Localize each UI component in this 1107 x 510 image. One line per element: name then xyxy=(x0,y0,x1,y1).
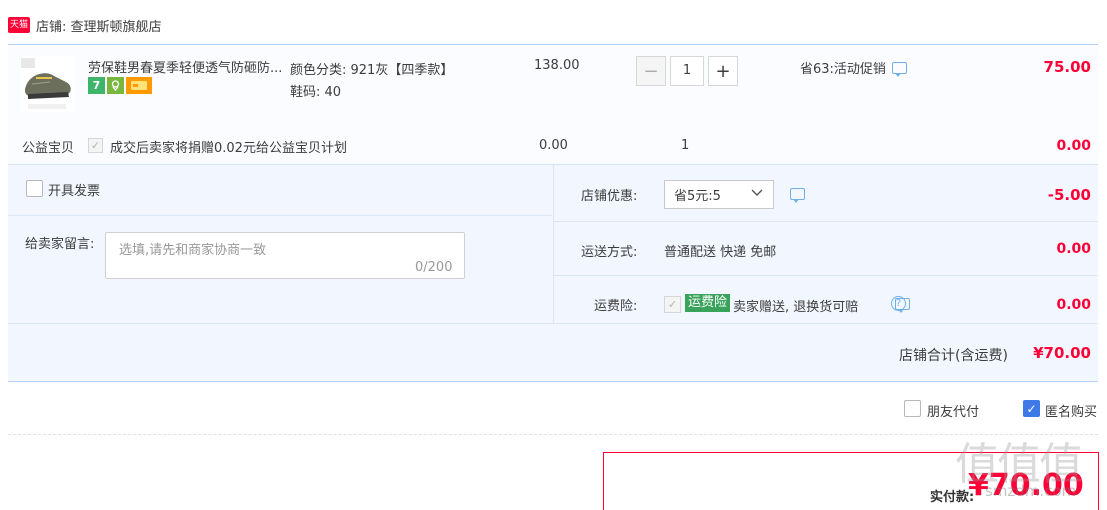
seven-day-return-icon[interactable]: 7 xyxy=(88,77,105,94)
promotion-info: 省63:活动促销 xyxy=(800,58,907,77)
friend-pay-label[interactable]: 朋友代付 xyxy=(927,401,979,420)
divider xyxy=(553,165,554,323)
promotion-text: 省63:活动促销 xyxy=(800,62,886,77)
charity-qty: 1 xyxy=(681,138,690,153)
store-discount-total: -5.00 xyxy=(1047,186,1091,204)
divider xyxy=(8,323,1098,324)
quantity-input[interactable]: 1 xyxy=(670,56,704,86)
guarantee-icon[interactable] xyxy=(107,77,124,94)
quantity-stepper: − 1 + xyxy=(636,56,738,86)
friend-pay-checkbox[interactable] xyxy=(904,400,921,417)
charity-total: 0.00 xyxy=(1056,138,1091,154)
shipping-total: 0.00 xyxy=(1056,241,1091,257)
store-subtotal-value: ¥70.00 xyxy=(1033,344,1091,362)
sku-color: 颜色分类: 921灰【四季款】 xyxy=(290,63,454,78)
message-placeholder: 选填,请先和商家协商一致 xyxy=(119,243,267,258)
invoice-label[interactable]: 开具发票 xyxy=(48,180,100,199)
divider xyxy=(8,434,1098,435)
shipping-method: 普通配送 快递 免邮 xyxy=(664,245,777,260)
service-icons: 7 xyxy=(88,77,152,94)
divider xyxy=(554,221,1098,222)
unit-price: 138.00 xyxy=(534,58,580,73)
sku-size: 鞋码: 40 xyxy=(290,85,342,100)
tmall-badge: 天猫 xyxy=(8,17,31,33)
charity-label: 公益宝贝 xyxy=(22,141,75,156)
shipping-label: 运送方式: xyxy=(581,245,638,260)
insurance-checkbox[interactable]: ✓ xyxy=(664,296,681,313)
store-subtotal-label: 店铺合计(含运费) xyxy=(899,348,1008,364)
insurance-badge: 运费险 xyxy=(685,294,731,312)
anonymous-purchase-checkbox[interactable]: ✓ xyxy=(1023,400,1040,417)
insurance-label: 运费险: xyxy=(594,299,638,314)
chevron-down-icon[interactable] xyxy=(748,184,766,202)
charity-text: 成交后卖家将捐赠0.02元给公益宝贝计划 xyxy=(110,141,347,156)
divider xyxy=(554,275,1098,276)
shop-name-link[interactable]: 店铺: 查理斯顿旗舰店 xyxy=(36,16,162,35)
message-char-count: 0/200 xyxy=(415,260,453,275)
shop-header: 天猫 店铺: 查理斯顿旗舰店 xyxy=(8,16,162,35)
help-icon[interactable]: ? xyxy=(891,296,906,311)
store-discount-value: 省5元:5 xyxy=(674,189,721,204)
increase-quantity-button[interactable]: + xyxy=(708,56,738,86)
watermark-url: smzdm.com xyxy=(985,482,1077,500)
insurance-total: 0.00 xyxy=(1056,297,1091,313)
decrease-quantity-button[interactable]: − xyxy=(636,56,666,86)
insurance-text: 卖家赠送, 退换货可赔 xyxy=(733,300,859,315)
item-total: 75.00 xyxy=(1043,58,1091,76)
message-label: 给卖家留言: xyxy=(25,237,95,252)
store-discount-label: 店铺优惠: xyxy=(581,189,638,204)
chat-icon[interactable] xyxy=(790,188,805,203)
charity-checkbox[interactable]: ✓ xyxy=(88,138,103,153)
divider xyxy=(8,215,552,216)
invoice-checkbox[interactable] xyxy=(26,180,43,197)
chat-icon[interactable] xyxy=(891,61,907,77)
anonymous-purchase-label[interactable]: 匿名购买 xyxy=(1045,401,1097,420)
product-title-link[interactable]: 劳保鞋男春夏季轻便透气防砸防... xyxy=(88,57,288,76)
credit-card-icon[interactable] xyxy=(126,77,152,94)
charity-price: 0.00 xyxy=(539,138,568,153)
product-image[interactable] xyxy=(20,56,74,112)
